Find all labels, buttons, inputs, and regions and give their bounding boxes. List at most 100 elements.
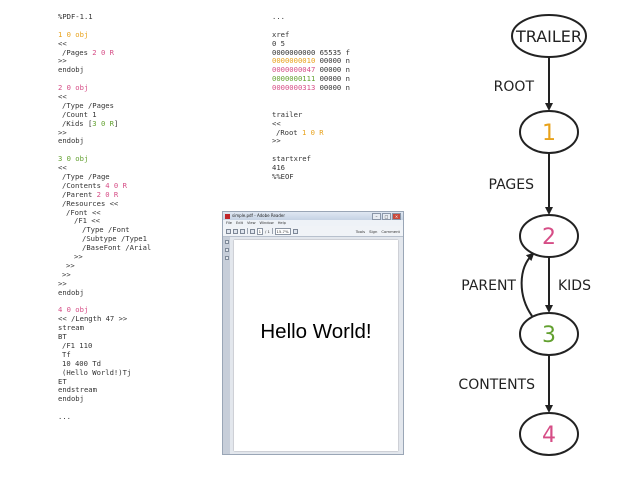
sign-button[interactable]: Sign	[369, 229, 377, 234]
code-token: (Hello World!)Tj	[62, 367, 132, 377]
code-line: endobj	[58, 65, 151, 75]
code-token: /Type /Page	[62, 172, 110, 182]
code-line: /Root 1 0 R	[272, 127, 350, 138]
menu-file[interactable]: File	[226, 220, 232, 226]
reader-titlebar: simple.pdf - Adobe Reader – □ ×	[223, 212, 403, 220]
code-token: <<	[58, 163, 67, 173]
toolbar-divider	[247, 228, 248, 234]
code-line: endobj	[58, 137, 151, 146]
code-line: 2 0 obj	[58, 83, 151, 93]
code-token: /Pages	[62, 47, 93, 57]
tools-button[interactable]: Tools	[356, 229, 365, 234]
code-line: >>	[272, 137, 350, 146]
node-label-trailer: TRAILER	[515, 27, 582, 46]
code-token: endobj	[58, 287, 84, 297]
code-line: 1 0 obj	[58, 29, 151, 40]
code-token: /Type /Pages	[62, 100, 114, 110]
code-token: >>	[74, 252, 83, 262]
code-line: 3 0 obj	[58, 154, 151, 164]
code-token: 10 400 Td	[62, 358, 101, 368]
comment-button[interactable]: Comment	[381, 229, 400, 234]
code-line: >>	[58, 269, 151, 280]
toolbar-divider	[271, 228, 273, 234]
node-label-n2: 2	[542, 225, 556, 250]
code-line: /BaseFont /Arial	[58, 243, 151, 253]
page-number-input[interactable]: 1	[256, 227, 264, 235]
code-token: 0000000010	[272, 56, 316, 66]
code-line: /Pages 2 0 R	[58, 47, 151, 58]
code-token: /Resources <<	[62, 198, 119, 208]
code-token: 00000 n	[315, 65, 350, 75]
code-token: /F1 <<	[74, 216, 100, 226]
document-area[interactable]: Hello World!	[230, 237, 403, 454]
code-token: 2 0 R	[92, 47, 114, 57]
code-token: ET	[58, 376, 67, 386]
menu-edit[interactable]: Edit	[236, 220, 243, 226]
code-token: 416	[272, 163, 285, 173]
menu-help[interactable]: Help	[278, 220, 286, 226]
code-token: stream	[58, 323, 84, 333]
code-token: endobj	[58, 136, 84, 146]
code-token: trailer	[272, 109, 303, 119]
adobe-reader-window: simple.pdf - Adobe Reader – □ × File Edi…	[222, 211, 404, 455]
code-token: /Type /Font	[82, 225, 130, 235]
code-token: /Root	[276, 127, 302, 137]
code-token: 0000000111	[272, 74, 316, 84]
code-line: (Hello World!)Tj	[58, 367, 151, 378]
edge-label-pages: PAGES	[489, 177, 535, 193]
code-token: 00000 n	[315, 74, 350, 84]
page-up-icon[interactable]	[249, 228, 255, 234]
code-token: ]	[113, 118, 119, 128]
node-label-n3: 3	[542, 323, 556, 348]
code-line: endobj	[58, 394, 151, 404]
code-token: 2 0 R	[96, 189, 119, 199]
open-icon[interactable]	[226, 228, 231, 234]
code-line: %PDF-1.1	[58, 12, 151, 22]
reader-title: simple.pdf - Adobe Reader	[232, 213, 286, 218]
menu-window[interactable]: Window	[260, 220, 274, 226]
code-token: /Parent	[62, 189, 97, 199]
code-line: ...	[58, 412, 151, 422]
reader-toolbar: 1 / 1 15.7% Tools Sign Comment	[223, 226, 403, 237]
edge-label-root: ROOT	[494, 79, 535, 95]
pen-icon[interactable]	[292, 228, 298, 234]
edge-label-contents: CONTENTS	[458, 377, 535, 393]
code-token: /Font <<	[66, 207, 101, 217]
code-token: 1 0 obj	[58, 29, 89, 39]
code-token: <<	[272, 118, 281, 128]
code-token: endstream	[58, 385, 97, 395]
code-token: 00000 n	[315, 83, 350, 93]
code-line: endobj	[58, 287, 151, 298]
code-token: >>	[62, 269, 71, 279]
code-token: 3 0 R	[92, 118, 114, 128]
code-token: /Contents	[62, 180, 106, 190]
close-icon[interactable]: ×	[392, 213, 401, 220]
reader-sidebar	[223, 237, 230, 454]
page-content-text: Hello World!	[260, 320, 372, 343]
code-token: 00000 n	[315, 56, 350, 66]
code-token: 4 0 obj	[58, 305, 89, 315]
pages-panel-icon[interactable]	[224, 240, 229, 244]
code-line: stream	[58, 323, 151, 333]
code-line: >>	[58, 260, 151, 271]
edge-parent	[520, 252, 535, 317]
code-token: >>	[66, 260, 75, 270]
maximize-icon[interactable]: □	[382, 213, 391, 220]
code-token: xref	[272, 29, 290, 39]
bookmarks-icon[interactable]	[224, 256, 229, 260]
minimize-icon[interactable]: –	[372, 213, 381, 220]
print-icon[interactable]	[233, 228, 238, 234]
pdf-source-left: %PDF-1.1 1 0 obj <</Pages 2 0 R >> endobj 2…	[58, 12, 151, 422]
save-icon[interactable]	[240, 228, 245, 234]
code-token: >>	[58, 278, 67, 288]
code-token: startxref	[272, 154, 311, 164]
attachments-icon[interactable]	[224, 248, 229, 252]
code-line: %%EOF	[272, 172, 350, 182]
zoom-select[interactable]: 15.7%	[274, 227, 291, 235]
menu-view[interactable]: View	[247, 220, 256, 226]
code-token: %%EOF	[272, 172, 294, 182]
code-line: /Kids [3 0 R]	[58, 118, 151, 129]
code-token: 3 0 obj	[58, 154, 89, 164]
code-token: >>	[272, 136, 281, 146]
